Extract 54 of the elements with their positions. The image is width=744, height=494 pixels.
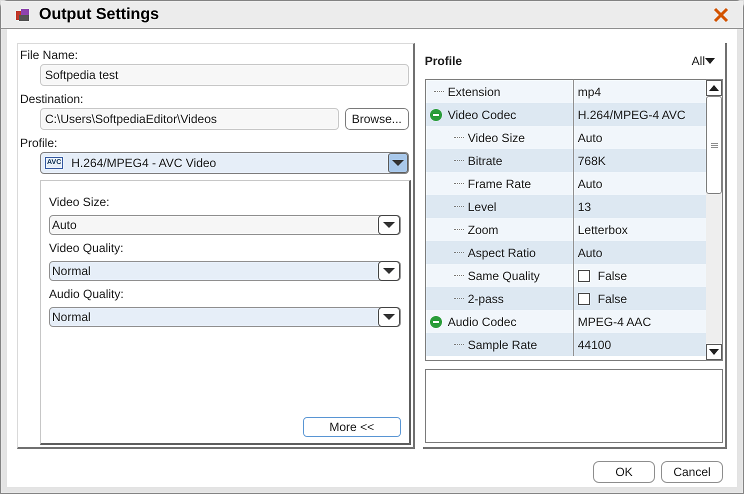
checkbox[interactable] [578,292,590,304]
field-label: Video Size: [49,194,110,211]
checkbox[interactable] [578,270,590,282]
scroll-thumb[interactable] [706,96,722,194]
property-name: Zoom [468,222,498,238]
property-name: Frame Rate [468,176,532,192]
window-title: Output Settings [39,4,159,24]
app-icon [15,8,31,22]
field-label: Profile: [20,135,58,152]
property-value: 768K [578,152,606,170]
destination-field[interactable]: C:\Users\SoftpediaEditor\Videos [40,108,339,130]
file-name-field[interactable]: Softpedia test [40,64,409,86]
property-name: Audio Codec [448,314,516,330]
field-label: File Name: [20,47,80,64]
collapse-icon[interactable] [430,108,442,120]
option-dropdown[interactable]: Auto [49,215,401,235]
property-value: Auto [578,244,602,262]
panel-title: Profile [424,53,464,70]
property-value: Auto [578,176,602,192]
dialog-button[interactable]: OK [593,461,655,483]
property-value: 13 [578,198,592,216]
grip-icon [710,142,718,148]
property-name: 2-pass [468,290,504,308]
field-label: Destination: [20,91,84,108]
property-value: Auto [578,130,602,146]
field-label: Video Quality: [49,240,124,257]
dropdown-value: H.264/MPEG4 - AVC Video [71,155,218,172]
property-value: 44100 [578,336,612,354]
scrollbar[interactable] [706,80,722,360]
property-value: False [598,268,628,284]
field-label: Audio Quality: [49,286,125,303]
property-name: Aspect Ratio [468,244,536,262]
property-value: Letterbox [578,222,628,238]
property-name: Same Quality [468,268,540,284]
filter-dropdown[interactable]: All [692,52,715,70]
property-value: MPEG-4 AAC [578,314,652,330]
option-dropdown[interactable]: Normal [49,261,401,281]
property-name: Video Size [468,130,525,146]
more-button[interactable]: More << [302,417,401,437]
dialog-button[interactable]: Cancel [661,461,723,483]
property-value: mp4 [578,84,602,100]
browse-button[interactable]: Browse... [344,108,409,130]
property-value: False [598,290,628,308]
close-icon[interactable] [713,6,729,22]
property-name: Bitrate [468,152,502,170]
property-name: Sample Rate [468,336,538,354]
option-dropdown[interactable]: Normal [49,307,401,327]
scroll-down-icon[interactable] [706,344,722,360]
property-value: H.264/MPEG-4 AVC [578,106,686,124]
property-name: Level [468,198,496,216]
scroll-up-icon[interactable] [706,80,722,96]
property-name: Video Codec [448,106,516,124]
property-name: Extension [448,84,500,100]
collapse-icon[interactable] [430,316,442,328]
